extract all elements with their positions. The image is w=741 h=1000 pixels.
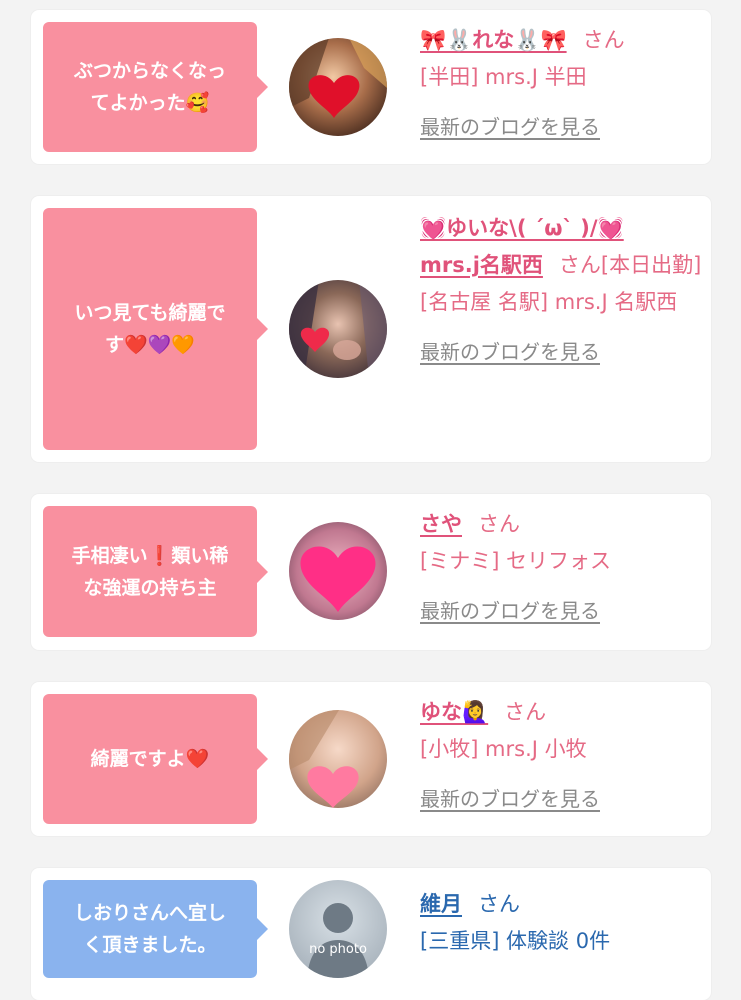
review-info: 維月 さん [三重県] 体験談 0件 — [420, 886, 702, 960]
honorific: さん — [478, 512, 520, 536]
review-card: 綺麗ですよ❤️ ゆな🙋‍♀️ さん [小牧] mrs.J 小牧 最新のブログを見る — [31, 682, 711, 836]
honorific: さん — [558, 253, 601, 277]
latest-blog-link[interactable]: 最新のブログを見る — [420, 334, 702, 371]
comment-line: 綺麗ですよ❤️ — [90, 748, 210, 770]
avatar[interactable] — [289, 38, 387, 136]
no-photo-label: no photo — [309, 942, 367, 957]
review-info: 💓ゆいな\( ´ω` )/💓 mrs.j名駅西 さん[本日出勤] [名古屋 名駅] … — [420, 210, 702, 371]
comment-line: てよかった🥰 — [90, 92, 210, 114]
comment-bubble: 綺麗ですよ❤️ — [43, 694, 268, 824]
shop-name: [三重県] 体験談 0件 — [420, 929, 611, 953]
review-card: ぶつからなくなっ てよかった🥰 🎀🐰れな🐰🎀 さん [半田] mrs.J 半田 最… — [31, 10, 711, 164]
honorific: さん — [582, 28, 625, 52]
shop-name: [半田] mrs.J 半田 — [420, 65, 587, 89]
avatar[interactable] — [289, 710, 387, 808]
comment-line: な強運の持ち主 — [83, 576, 217, 599]
girl-name-link[interactable]: 維月 — [420, 892, 462, 916]
review-info: 🎀🐰れな🐰🎀 さん [半田] mrs.J 半田 最新のブログを見る — [420, 22, 702, 146]
shop-name: [ミナミ] セリフォス — [420, 549, 612, 573]
review-card: 手相凄い❗️類い稀 な強運の持ち主 さや さん [ミナミ] セリフォス 最新のブロ… — [31, 494, 711, 650]
comment-bubble: 手相凄い❗️類い稀 な強運の持ち主 — [43, 506, 268, 637]
avatar[interactable] — [289, 522, 387, 620]
comment-line: 手相凄い❗️類い稀 — [71, 544, 229, 567]
avatar[interactable] — [289, 280, 387, 378]
honorific: さん — [504, 700, 547, 724]
latest-blog-link[interactable]: 最新のブログを見る — [420, 109, 702, 146]
heart-sticker-icon — [289, 710, 387, 808]
heart-sticker-icon — [289, 280, 387, 378]
comment-line: いつ見ても綺麗で — [74, 302, 226, 324]
avatar[interactable]: no photo — [289, 880, 387, 978]
review-info: さや さん [ミナミ] セリフォス 最新のブログを見る — [420, 506, 702, 630]
review-card: しおりさんへ宜し く頂きました。 no photo 維月 さん [三重県] 体験談… — [31, 868, 711, 1000]
comment-line: す❤️💜🧡 — [105, 334, 195, 356]
honorific: さん — [478, 892, 520, 916]
comment-line: しおりさんへ宜し — [73, 902, 226, 924]
girl-name-link[interactable]: 🎀🐰れな🐰🎀 — [420, 28, 567, 52]
comment-line: ぶつからなくなっ — [73, 60, 226, 82]
person-silhouette-icon — [289, 880, 387, 978]
latest-blog-link[interactable]: 最新のブログを見る — [420, 781, 702, 818]
comment-line: く頂きました。 — [83, 934, 217, 956]
working-today-label: [本日出勤] — [600, 253, 702, 277]
girl-name-link[interactable]: さや — [420, 512, 462, 536]
shop-name: [小牧] mrs.J 小牧 — [420, 737, 587, 761]
heart-sticker-icon — [289, 522, 387, 620]
comment-bubble: ぶつからなくなっ てよかった🥰 — [43, 22, 268, 152]
review-card: いつ見ても綺麗で す❤️💜🧡 💓ゆいな\( ´ω` )/💓 mrs.j名駅西 さん[… — [31, 196, 711, 462]
comment-bubble: いつ見ても綺麗で す❤️💜🧡 — [43, 208, 268, 450]
comment-bubble: しおりさんへ宜し く頂きました。 — [43, 880, 268, 978]
latest-blog-link[interactable]: 最新のブログを見る — [420, 593, 702, 630]
review-info: ゆな🙋‍♀️ さん [小牧] mrs.J 小牧 最新のブログを見る — [420, 694, 702, 818]
shop-name: [名古屋 名駅] mrs.J 名駅西 — [420, 290, 678, 314]
heart-sticker-icon — [289, 38, 387, 136]
girl-name-link[interactable]: ゆな🙋‍♀️ — [420, 700, 488, 724]
